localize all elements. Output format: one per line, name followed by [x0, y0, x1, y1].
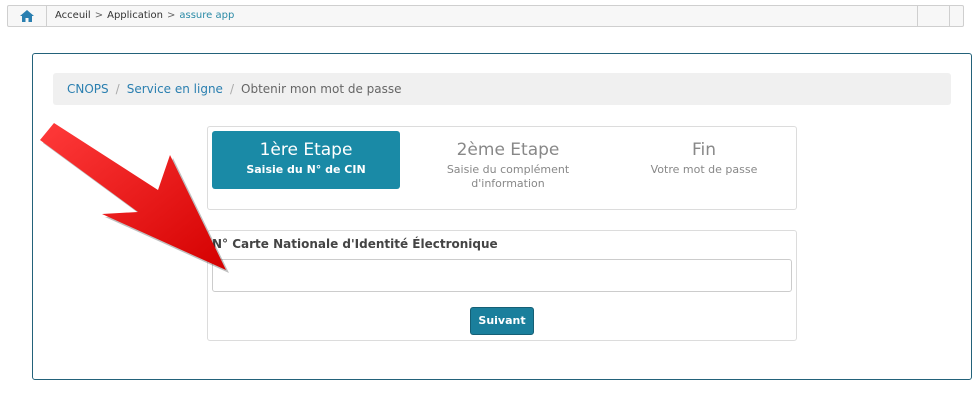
step-2-subtitle-line2: d'information — [471, 177, 545, 190]
top-breadcrumb-current: assure app — [179, 10, 235, 21]
step-1: 1ère Etape Saisie du N° de CIN — [212, 131, 400, 189]
breadcrumb-cnops-link[interactable]: CNOPS — [67, 82, 109, 96]
top-breadcrumb-home[interactable]: Acceuil — [55, 10, 91, 21]
step-2: 2ème Etape Saisie du complément d'informa… — [414, 131, 602, 191]
step-2-subtitle-line1: Saisie du complément — [446, 163, 570, 176]
toolbar-divider — [917, 6, 918, 26]
breadcrumb-separator: > — [166, 10, 176, 21]
top-navigation-bar: Acceuil > Application > assure app — [7, 5, 964, 27]
home-icon — [20, 10, 34, 22]
step-2-subtitle: Saisie du complément d'information — [414, 163, 602, 191]
cin-field-label: N° Carte Nationale d'Identité Électroniq… — [212, 237, 498, 251]
step-1-subtitle: Saisie du N° de CIN — [246, 163, 366, 176]
step-wizard: 1ère Etape Saisie du N° de CIN 2ème Etap… — [207, 126, 797, 210]
breadcrumb-current: Obtenir mon mot de passe — [241, 82, 402, 96]
toolbar-divider — [949, 6, 950, 26]
cin-form: N° Carte Nationale d'Identité Électroniq… — [207, 230, 797, 341]
top-breadcrumb: Acceuil > Application > assure app — [55, 10, 234, 21]
breadcrumb-service-link[interactable]: Service en ligne — [127, 82, 223, 96]
top-breadcrumb-application[interactable]: Application — [107, 10, 163, 21]
step-3-title: Fin — [691, 140, 717, 160]
step-1-title: 1ère Etape — [259, 140, 353, 160]
home-button[interactable] — [8, 6, 47, 26]
breadcrumb-separator: / — [229, 82, 234, 96]
breadcrumb-separator: > — [94, 10, 104, 21]
main-panel: CNOPS / Service en ligne / Obtenir mon mot d… — [32, 53, 972, 380]
step-2-title: 2ème Etape — [456, 140, 560, 160]
step-3-subtitle: Votre mot de passe — [650, 163, 758, 176]
step-3: Fin Votre mot de passe — [610, 131, 798, 189]
breadcrumb: CNOPS / Service en ligne / Obtenir mon mot d… — [53, 73, 951, 105]
cin-input[interactable] — [212, 259, 792, 292]
next-button[interactable]: Suivant — [470, 307, 534, 335]
breadcrumb-separator: / — [115, 82, 120, 96]
